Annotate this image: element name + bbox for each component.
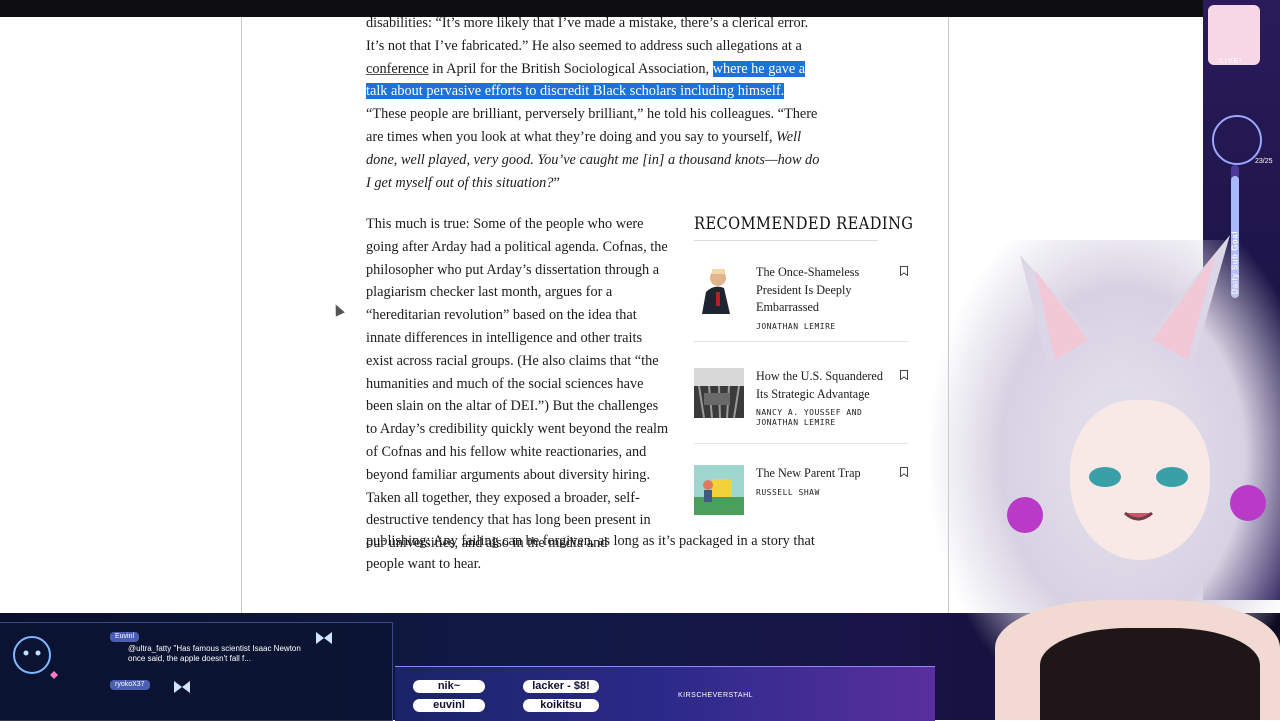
rec-thumbnail-3[interactable] bbox=[694, 465, 744, 515]
rec-thumbnail-2[interactable] bbox=[694, 368, 744, 418]
recommended-reading: RECOMMENDED READING The Once-Shameless P… bbox=[694, 214, 913, 515]
ticker-name-2: lacker - $8! bbox=[523, 680, 599, 693]
bow-icon bbox=[316, 632, 332, 644]
rec-author-2: NANCY A. YOUSSEF AND JONATHAN LEMIRE bbox=[756, 408, 863, 427]
face-features-icon bbox=[1089, 467, 1188, 521]
flower-icon bbox=[1007, 497, 1043, 533]
rec-author-1: JONATHAN LEMIRE bbox=[756, 321, 836, 331]
ticker-name-3: euvinl bbox=[413, 699, 485, 712]
rec-thumbnail-1[interactable] bbox=[694, 264, 744, 314]
twitter-handle: KIRSCHEVERSTAHL bbox=[678, 692, 754, 699]
cat-ears-icon bbox=[1020, 235, 1230, 375]
rec-divider bbox=[694, 341, 908, 342]
live-label: LIVE! bbox=[1220, 58, 1243, 65]
sub-goal-count: 23/25 bbox=[1255, 158, 1273, 165]
bookmark-icon[interactable] bbox=[900, 266, 908, 276]
rec-divider bbox=[694, 443, 908, 444]
p1-text-a: disabilities: “It’s more likely that I’v… bbox=[366, 15, 809, 54]
p3-text: publishing: Any failing can be forgiven,… bbox=[366, 533, 815, 572]
rec-headline-3[interactable]: The New Parent Trap bbox=[756, 465, 886, 483]
bow-icon bbox=[174, 681, 190, 693]
p2-text: This much is true: Some of the people wh… bbox=[366, 216, 669, 552]
article-paragraph-2: This much is true: Some of the people wh… bbox=[366, 213, 671, 555]
article-paragraph-1: disabilities: “It’s more likely that I’v… bbox=[366, 12, 826, 194]
chat-message-1: @ultra_fatty "Has famous scientist Isaac… bbox=[128, 644, 301, 663]
page-left-margin bbox=[0, 17, 241, 613]
chat-username-1: Euvinl bbox=[110, 632, 140, 642]
rec-headline-2[interactable]: How the U.S. Squandered Its Strategic Ad… bbox=[756, 368, 886, 403]
recommended-reading-title: RECOMMENDED READING bbox=[694, 214, 913, 241]
chat-username-2: ryokoX37 bbox=[110, 680, 150, 690]
ticker-name-1: nik~ bbox=[413, 680, 485, 693]
p1-end: ” bbox=[553, 174, 560, 191]
rec-headline-1[interactable]: The Once-Shameless President Is Deeply E… bbox=[756, 264, 886, 317]
stream-chat-box: Euvinl @ultra_fatty "Has famous scientis… bbox=[0, 622, 393, 721]
bookmark-icon[interactable] bbox=[900, 467, 908, 477]
mascot-icon bbox=[13, 636, 58, 679]
live-badge bbox=[1208, 5, 1260, 65]
article-paragraph-3: publishing: Any failing can be forgiven,… bbox=[366, 530, 826, 576]
p1-text-c: “These people are brilliant, perversely … bbox=[366, 106, 818, 145]
bookmark-icon[interactable] bbox=[900, 370, 908, 380]
conference-link[interactable]: conference bbox=[366, 61, 429, 77]
rec-author-3: RUSSELL SHAW bbox=[756, 487, 820, 497]
p1-text-b: in April for the British Sociological As… bbox=[428, 60, 713, 77]
vtuber-avatar-outfit bbox=[1040, 628, 1260, 720]
ticker-name-4: koikitsu bbox=[523, 699, 599, 712]
stream-ticker: nik~ lacker - $8! euvinl koikitsu KIRSCH… bbox=[395, 666, 935, 721]
flower-icon bbox=[1230, 485, 1266, 521]
